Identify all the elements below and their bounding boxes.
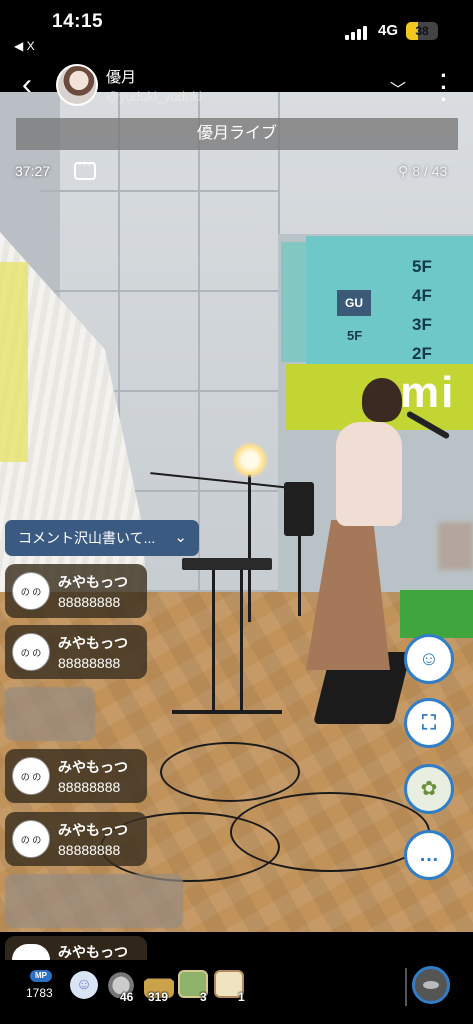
commenter-name: みやもっつ bbox=[58, 759, 128, 775]
comment-item[interactable]: の の みやもっつ 88888888 bbox=[5, 564, 147, 618]
commenter-name: みやもっつ bbox=[58, 944, 128, 960]
green-platform bbox=[400, 590, 473, 638]
cable bbox=[160, 742, 300, 802]
gift-bag-icon: ✿ bbox=[420, 778, 438, 800]
commenter-avatar: の の bbox=[12, 757, 50, 795]
coin-shop-button[interactable] bbox=[412, 966, 450, 1004]
gift-bag-button[interactable]: ✿ bbox=[404, 764, 454, 814]
viewer-count: ⚲ 8 / 43 bbox=[398, 163, 447, 180]
comment-text: 88888888 bbox=[58, 842, 121, 858]
comment-text: 88888888 bbox=[58, 655, 121, 671]
comment-item[interactable]: の の みやもっつ 88888888 bbox=[5, 749, 147, 803]
gu-floor-label: 5F bbox=[347, 328, 363, 343]
divider bbox=[405, 968, 407, 1006]
gift-count: 1 bbox=[238, 990, 245, 1004]
keyboard-stand bbox=[240, 570, 243, 710]
live-title: 優月ライブ bbox=[16, 118, 458, 150]
live-duration: 37:27 bbox=[15, 163, 51, 179]
reaction-button[interactable]: ☺ bbox=[404, 634, 454, 684]
comment-dots-icon: … bbox=[419, 844, 439, 866]
singer-head bbox=[362, 378, 402, 422]
banner-stripe bbox=[0, 262, 28, 462]
host-avatar[interactable] bbox=[56, 64, 98, 106]
stage-light bbox=[232, 442, 268, 478]
stand-base bbox=[172, 710, 282, 714]
smile-icon[interactable]: ☺ bbox=[70, 971, 98, 999]
live-video-frame: GU 5F 5F 4F 3F 2F mi bbox=[0, 92, 473, 932]
commenter-avatar: の の bbox=[12, 633, 50, 671]
comment-text: 88888888 bbox=[58, 779, 121, 795]
battery-icon: 38 bbox=[406, 22, 438, 40]
screenshot-icon: ⛶ bbox=[422, 712, 436, 734]
chat-toggle-icon[interactable] bbox=[74, 159, 96, 180]
store-sign-left bbox=[281, 242, 307, 362]
comment-button[interactable]: … bbox=[404, 830, 454, 880]
comment-prompt-dropdown[interactable]: コメント沢山書いて... ⌄ bbox=[5, 520, 199, 556]
singer-sweater bbox=[336, 422, 402, 526]
vertical-dots-icon: · · · bbox=[440, 63, 448, 112]
floor-label: 5F bbox=[412, 257, 432, 276]
battery-level: 38 bbox=[415, 24, 429, 38]
expand-menu-button[interactable]: ﹀ bbox=[386, 76, 410, 99]
chevron-left-icon: ‹ bbox=[22, 68, 32, 101]
comment-item-partial[interactable]: みやもっつ bbox=[5, 936, 147, 960]
keyboard bbox=[182, 558, 272, 570]
gift-count: 319 bbox=[148, 990, 169, 1004]
viewer-count-value: 8 / 43 bbox=[412, 163, 448, 179]
signal-icon bbox=[345, 26, 371, 40]
comment-prompt-label: コメント沢山書いて... bbox=[18, 530, 156, 546]
status-bar: 14:15 ◀ X 4G 38 bbox=[0, 0, 473, 58]
back-button[interactable]: ‹ bbox=[10, 68, 44, 102]
gift-count: 46 bbox=[120, 990, 134, 1004]
comment-text: 88888888 bbox=[58, 594, 121, 610]
gu-logo: GU bbox=[337, 290, 371, 316]
commenter-avatar: の の bbox=[12, 572, 50, 610]
keyboard-stand bbox=[212, 570, 215, 710]
store-sign bbox=[306, 236, 473, 366]
mp-badge: MP bbox=[30, 970, 52, 982]
host-name[interactable]: 優月 bbox=[106, 66, 136, 87]
person-icon: ⚲ bbox=[398, 163, 409, 179]
commenter-name: みやもっつ bbox=[58, 574, 128, 590]
hidden-comment bbox=[5, 874, 183, 928]
comment-item[interactable]: の の みやもっつ 88888888 bbox=[5, 625, 147, 679]
chevron-down-icon: ⌄ bbox=[174, 529, 187, 546]
speaker-on-stand bbox=[284, 482, 314, 536]
comment-item[interactable]: の の みやもっつ 88888888 bbox=[5, 812, 147, 866]
more-options-button[interactable]: · · · bbox=[434, 65, 454, 111]
commenter-name: みやもっつ bbox=[58, 822, 128, 838]
chevron-down-icon: ﹀ bbox=[389, 82, 406, 99]
host-handle: @yuduki_yuduki bbox=[106, 89, 202, 104]
gift-count: 3 bbox=[200, 990, 207, 1004]
commenter-name: みやもっつ bbox=[58, 635, 128, 651]
back-to-app-link[interactable]: ◀ X bbox=[14, 39, 35, 53]
floor-label: 4F bbox=[412, 286, 432, 305]
chat-bubble-icon: ☺ bbox=[418, 648, 440, 670]
commenter-avatar bbox=[12, 944, 50, 960]
mp-count: 1783 bbox=[26, 986, 53, 1000]
blurred-person bbox=[438, 522, 473, 570]
clock: 14:15 bbox=[52, 11, 104, 32]
light-stand bbox=[248, 462, 251, 622]
hidden-comment bbox=[5, 687, 95, 741]
network-type: 4G bbox=[378, 22, 399, 39]
floor-label: 3F bbox=[412, 315, 432, 334]
floor-directory: 5F 4F 3F 2F bbox=[412, 252, 432, 368]
commenter-avatar: の の bbox=[12, 820, 50, 858]
screenshot-button[interactable]: ⛶ bbox=[404, 698, 454, 748]
speaker-stand bbox=[298, 536, 301, 616]
